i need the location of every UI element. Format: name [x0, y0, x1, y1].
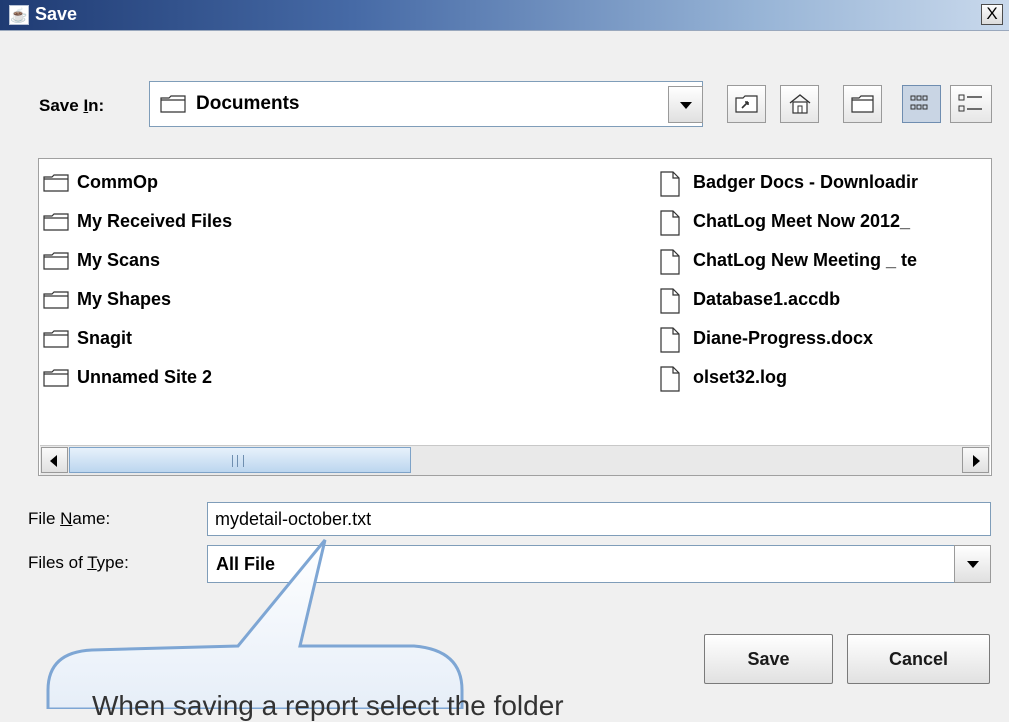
- document-icon: [659, 327, 681, 355]
- up-one-level-button[interactable]: [727, 85, 766, 123]
- chevron-left-icon: [50, 455, 57, 467]
- home-icon: [789, 94, 811, 114]
- document-icon: [659, 288, 681, 316]
- folder-item[interactable]: My Scans: [43, 247, 603, 277]
- file-name-label: File Name:: [28, 509, 110, 529]
- chevron-right-icon: [973, 455, 980, 467]
- list-view-icon: [910, 95, 928, 110]
- chevron-down-icon: [680, 102, 692, 109]
- save-button[interactable]: Save: [704, 634, 833, 684]
- save-dialog: ☕ Save X Save In: Documents CommOp My Re…: [0, 0, 1009, 721]
- file-item[interactable]: olset32.log: [659, 364, 991, 394]
- save-in-dropdown-button[interactable]: [668, 86, 703, 123]
- details-view-icon: [958, 94, 982, 112]
- folder-icon: [43, 369, 69, 392]
- folder-icon: [43, 213, 69, 236]
- folder-item[interactable]: My Shapes: [43, 286, 603, 316]
- scroll-left-button[interactable]: [41, 447, 68, 473]
- file-item-label: ChatLog New Meeting _ te: [693, 250, 918, 270]
- grip-icon: [232, 455, 244, 467]
- file-item-label: Badger Docs - Downloadir: [693, 172, 919, 192]
- cancel-button[interactable]: Cancel: [847, 634, 990, 684]
- file-type-label-pre: Files of: [28, 553, 88, 572]
- callout-text: When saving a report select the folder: [92, 690, 564, 721]
- file-name-label-post: ame:: [72, 509, 111, 528]
- file-item-label: Database1.accdb: [693, 289, 841, 309]
- document-icon: [659, 171, 681, 199]
- chevron-down-icon: [967, 561, 979, 568]
- folder-item-label: Snagit: [77, 328, 133, 348]
- file-type-label-post: ype:: [96, 553, 129, 572]
- folder-item-label: CommOp: [77, 172, 158, 192]
- folder-icon: [43, 291, 69, 314]
- file-item-label: ChatLog Meet Now 2012_: [693, 211, 911, 231]
- file-item[interactable]: Badger Docs - Downloadir: [659, 169, 991, 199]
- save-in-label-post: n:: [88, 96, 105, 115]
- document-icon: [659, 366, 681, 394]
- folder-icon: [43, 330, 69, 353]
- file-item[interactable]: ChatLog New Meeting _ te: [659, 247, 991, 277]
- folder-icon: [160, 95, 186, 113]
- file-name-mnemonic: N: [60, 509, 73, 528]
- new-folder-button[interactable]: [843, 85, 882, 123]
- save-in-label-pre: Save: [39, 96, 84, 115]
- save-in-value: Documents: [196, 93, 300, 114]
- file-item-label: Diane-Progress.docx: [693, 328, 874, 348]
- file-type-dropdown-button[interactable]: [954, 545, 991, 583]
- file-item[interactable]: Database1.accdb: [659, 286, 991, 316]
- file-item[interactable]: Diane-Progress.docx: [659, 325, 991, 355]
- scroll-right-button[interactable]: [962, 447, 989, 473]
- folder-item-label: My Scans: [77, 250, 161, 270]
- scroll-thumb[interactable]: [69, 447, 411, 473]
- folder-item[interactable]: Snagit: [43, 325, 603, 355]
- file-type-combo[interactable]: All File: [207, 545, 955, 583]
- document-icon: [659, 249, 681, 277]
- file-type-mnemonic: T: [87, 553, 97, 572]
- file-type-label: Files of Type:: [28, 553, 129, 573]
- folder-item-label: My Shapes: [77, 289, 172, 309]
- file-list[interactable]: CommOp My Received Files My Scans My Shapes…: [38, 158, 992, 476]
- new-folder-icon: [851, 95, 874, 113]
- folder-icon: [43, 174, 69, 197]
- save-in-combo[interactable]: Documents: [149, 81, 703, 127]
- file-name-input[interactable]: [207, 502, 991, 536]
- folder-icon: [43, 252, 69, 275]
- folder-item[interactable]: CommOp: [43, 169, 603, 199]
- details-view-button[interactable]: [950, 85, 992, 123]
- home-button[interactable]: [780, 85, 819, 123]
- file-type-value: All File: [216, 554, 276, 574]
- window-title: Save: [35, 4, 78, 24]
- file-item-label: olset32.log: [693, 367, 788, 387]
- document-icon: [659, 210, 681, 238]
- close-button[interactable]: X: [981, 4, 1003, 25]
- up-one-level-icon: [735, 95, 758, 113]
- file-item[interactable]: ChatLog Meet Now 2012_: [659, 208, 991, 238]
- list-view-button[interactable]: [902, 85, 941, 123]
- java-app-icon: ☕: [9, 5, 29, 25]
- horizontal-scrollbar[interactable]: [40, 445, 990, 475]
- folder-item[interactable]: Unnamed Site 2: [43, 364, 603, 394]
- save-in-label: Save In:: [39, 96, 104, 116]
- folder-item[interactable]: My Received Files: [43, 208, 603, 238]
- folder-item-label: My Received Files: [77, 211, 233, 231]
- title-bar[interactable]: ☕ Save X: [0, 0, 1009, 31]
- file-name-label-pre: File: [28, 509, 61, 528]
- folder-item-label: Unnamed Site 2: [77, 367, 213, 387]
